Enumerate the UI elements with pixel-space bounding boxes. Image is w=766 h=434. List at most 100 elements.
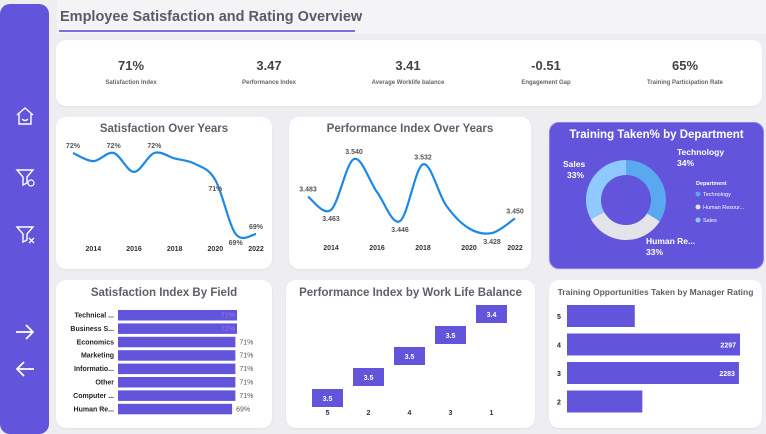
bar-label: 71% — [239, 366, 253, 373]
bar-label: 3.5 — [364, 375, 374, 382]
data-label: 3.428 — [483, 239, 501, 246]
data-label: 3.450 — [506, 208, 524, 215]
legend-swatch — [695, 191, 701, 197]
legend-item: Human Resour... — [703, 205, 745, 211]
bar — [567, 362, 739, 384]
category-label: Computer ... — [73, 393, 114, 400]
clear-filter-icon[interactable] — [14, 223, 36, 245]
bar-label: 3.5 — [405, 354, 415, 361]
sidebar-nav — [0, 4, 49, 434]
bar-label: 3.5 — [323, 396, 333, 403]
slice-label: Sales — [563, 159, 585, 169]
slice-percent: 34% — [677, 158, 694, 168]
field-bar-chart: Technical ... 72% Business S... 72% Economic… — [70, 310, 253, 415]
kpi-value: 65% — [671, 58, 699, 73]
bar-label: 71% — [239, 380, 253, 387]
slice-label: Human Re... — [646, 236, 695, 246]
worklife-waterfall-chart: 3.5 5 3.5 2 3.5 4 3.5 3 3.4 1 — [312, 305, 507, 417]
bar-label: 71% — [239, 393, 253, 400]
page-title: Employee Satisfaction and Rating Overvie… — [60, 9, 363, 25]
data-label: 72% — [107, 143, 122, 150]
x-tick-label: 1 — [490, 410, 494, 417]
kpi-label: Performance Index — [241, 80, 297, 86]
title-underline — [59, 30, 355, 32]
data-label: 3.446 — [391, 227, 409, 234]
kpi-value: 3.41 — [395, 58, 421, 73]
bar-label: 3.4 — [487, 312, 497, 319]
x-tick-label: 2020 — [461, 245, 477, 252]
slice-percent: 33% — [567, 170, 584, 180]
slice-label: Technology — [677, 147, 724, 157]
kpi-card: 71% Satisfaction Index 3.47 Performance … — [56, 40, 762, 106]
category-label: Marketing — [81, 353, 114, 360]
bar-label: 72% — [221, 313, 235, 320]
filter-icon[interactable] — [14, 166, 36, 188]
department-donut-chart: Technology34%Human Re...33%Sales33%Depar… — [563, 147, 745, 257]
kpi-value: -0.51 — [531, 58, 561, 73]
bar — [567, 305, 635, 327]
arrow-right-icon[interactable] — [14, 321, 36, 343]
category-label: 4 — [557, 343, 561, 350]
performance-line-chart: 3.483 3.463 3.540 3.446 3.532 3.428 3.450 2014 2… — [299, 149, 524, 252]
series-line — [72, 151, 257, 240]
legend-item: Technology — [703, 192, 731, 198]
x-tick-label: 2014 — [323, 245, 339, 252]
bar — [118, 377, 236, 388]
legend-title: Department — [696, 181, 727, 187]
arrow-left-icon[interactable] — [14, 358, 36, 380]
x-tick-label: 2018 — [415, 245, 431, 252]
bar-label: 71% — [239, 339, 253, 346]
data-label: 72% — [147, 143, 162, 150]
manager-bar-chart: 5 4 2297 3 2283 2 — [557, 305, 740, 413]
category-label: 5 — [557, 314, 561, 321]
x-tick-label: 2022 — [248, 246, 264, 253]
bar — [118, 350, 236, 361]
x-tick-label: 4 — [408, 410, 412, 417]
legend-swatch — [695, 204, 701, 210]
bar — [118, 390, 236, 401]
donut-slice — [586, 160, 626, 220]
x-tick-label: 2020 — [208, 246, 224, 253]
bar-label: 2297 — [720, 343, 736, 350]
x-tick-label: 5 — [326, 410, 330, 417]
category-label: Other — [95, 380, 114, 387]
training-department-card: Training Taken% by Department Technology… — [549, 122, 764, 269]
data-label: 69% — [249, 224, 264, 231]
home-icon[interactable] — [14, 105, 36, 127]
manager-rating-card: Training Opportunities Taken by Manager … — [549, 280, 762, 428]
data-label: 69% — [229, 240, 244, 247]
legend-item: Sales — [703, 218, 717, 224]
data-label: 72% — [66, 143, 81, 150]
satisfaction-years-card: Satisfaction Over Years 72% 72% 72% 71% 69% 6… — [56, 117, 272, 269]
x-tick-label: 2016 — [369, 245, 385, 252]
bar-label: 69% — [236, 406, 250, 413]
bar — [118, 403, 233, 415]
kpi-label: Engagement Gap — [521, 80, 571, 86]
bar — [118, 310, 238, 321]
kpi-label: Satisfaction Index — [105, 80, 157, 86]
bar-label: 72% — [221, 326, 235, 333]
category-label: Business S... — [70, 326, 114, 333]
donut-slice — [626, 160, 666, 222]
category-label: Economics — [77, 339, 114, 346]
category-label: 3 — [557, 371, 561, 378]
legend-swatch — [695, 217, 701, 223]
x-tick-label: 2016 — [126, 246, 142, 253]
x-tick-label: 2 — [367, 410, 371, 417]
data-label: 71% — [208, 186, 223, 193]
x-tick-label: 2018 — [167, 246, 183, 253]
bar — [567, 333, 740, 356]
bar — [567, 390, 643, 413]
kpi-label: Training Participation Rate — [646, 80, 723, 86]
category-label: Informatio... — [74, 366, 114, 373]
slice-percent: 33% — [646, 247, 663, 257]
category-label: Technical ... — [74, 313, 114, 320]
kpi-value: 3.47 — [256, 58, 282, 73]
x-tick-label: 3 — [449, 410, 453, 417]
satisfaction-line-chart: 72% 72% 72% 71% 69% 69% 2014 2016 2018 2020 2022 — [66, 143, 264, 253]
bar-label: 71% — [239, 353, 253, 360]
worklife-card: Performance Index by Work Life Balance 3… — [286, 280, 535, 428]
category-label: Human Re... — [74, 406, 115, 413]
bar — [118, 323, 238, 334]
x-tick-label: 2014 — [86, 246, 102, 253]
